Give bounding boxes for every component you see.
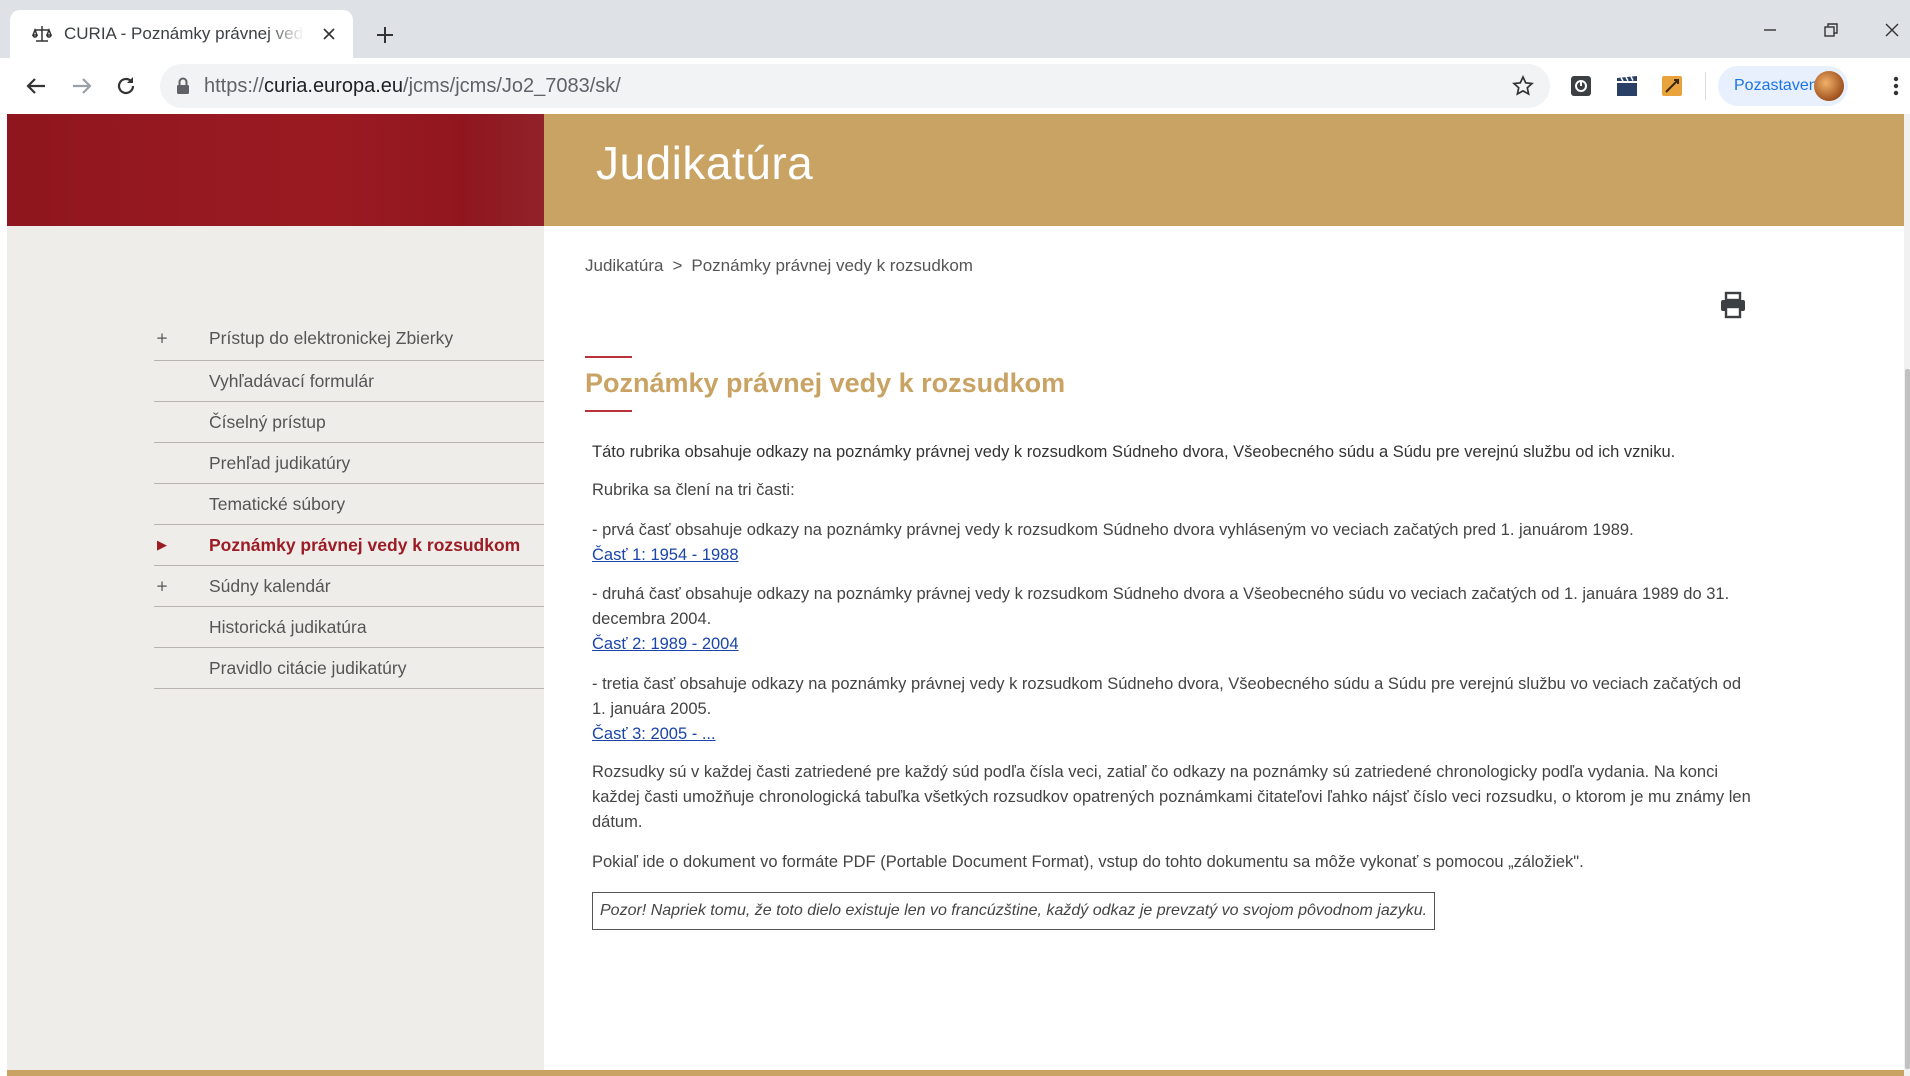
page-title: Poznámky právnej vedy k rozsudkom bbox=[585, 368, 1066, 398]
sidebar-item-thematic-files[interactable]: Tematické súbory bbox=[154, 484, 544, 525]
breadcrumb-root-link[interactable]: Judikatúra bbox=[585, 256, 663, 275]
tab-title: CURIA - Poznámky právnej vedy k rozsudko… bbox=[64, 24, 304, 43]
breadcrumb-separator: > bbox=[672, 256, 683, 275]
banner-title: Judikatúra bbox=[596, 137, 814, 189]
menu-kebab-icon[interactable] bbox=[1886, 72, 1906, 100]
sidebar-item-label: Poznámky právnej vedy k rozsudkom bbox=[209, 534, 521, 555]
reload-icon[interactable] bbox=[112, 72, 140, 100]
restore-icon[interactable] bbox=[1818, 17, 1844, 43]
sidebar-nav: + Prístup do elektronickej Zbierky Vyhľa… bbox=[154, 316, 544, 689]
footer-strip bbox=[7, 1070, 1904, 1076]
lock-icon bbox=[176, 76, 192, 96]
heading-rule-bottom bbox=[585, 410, 632, 412]
toolbar-separator bbox=[1705, 72, 1706, 100]
sidebar-item-case-law-digest[interactable]: Prehľad judikatúry bbox=[154, 443, 544, 484]
banner: Judikatúra bbox=[544, 114, 1904, 226]
parts-intro-paragraph: Rubrika sa člení na tri časti: bbox=[592, 481, 795, 499]
intro-paragraph: Táto rubrika obsahuje odkazy na poznámky… bbox=[592, 443, 1676, 461]
sidebar-item-legal-notes[interactable]: ▶ Poznámky právnej vedy k rozsudkom bbox=[154, 525, 544, 566]
sidebar-item-electronic-reports[interactable]: + Prístup do elektronickej Zbierky bbox=[154, 316, 544, 361]
sidebar-item-label: Číselný prístup bbox=[209, 411, 326, 432]
address-bar[interactable]: https://curia.europa.eu/jcms/jcms/Jo2_70… bbox=[160, 64, 1550, 108]
scrollbar-thumb[interactable] bbox=[1905, 369, 1910, 1069]
breadcrumb-current: Poznámky právnej vedy k rozsudkom bbox=[691, 256, 973, 275]
scales-icon bbox=[32, 24, 52, 44]
back-arrow-icon[interactable] bbox=[22, 72, 50, 100]
sidebar-item-label: Prístup do elektronickej Zbierky bbox=[209, 327, 454, 348]
profile-label: Pozastavená bbox=[1734, 77, 1827, 94]
part2-text: - druhá časť obsahuje odkazy na poznámky… bbox=[592, 585, 1730, 628]
part2-paragraph: - druhá časť obsahuje odkazy na poznámky… bbox=[592, 582, 1757, 657]
part3-paragraph: - tretia časť obsahuje odkazy na poznámk… bbox=[592, 672, 1757, 747]
pencil-ruler-icon[interactable] bbox=[1658, 72, 1686, 100]
print-icon[interactable] bbox=[1718, 290, 1748, 320]
warning-note: Pozor! Napriek tomu, že toto dielo exist… bbox=[592, 892, 1436, 930]
sidebar-item-label: Prehľad judikatúry bbox=[209, 452, 351, 473]
part1-paragraph: - prvá časť obsahuje odkazy na poznámky … bbox=[592, 518, 1757, 568]
sidebar-item-label: Pravidlo citácie judikatúry bbox=[209, 657, 407, 678]
pdf-paragraph: Pokiaľ ide o dokument vo formáte PDF (Po… bbox=[592, 853, 1584, 871]
profile-button[interactable]: Pozastavená bbox=[1718, 66, 1848, 106]
sidebar-item-historical-case-law[interactable]: Historická judikatúra bbox=[154, 607, 544, 648]
close-tab-icon[interactable] bbox=[318, 23, 340, 45]
expand-plus-icon: + bbox=[155, 577, 169, 595]
sidebar-item-label: Tematické súbory bbox=[209, 493, 346, 514]
forward-arrow-icon[interactable] bbox=[68, 72, 96, 100]
new-tab-icon[interactable] bbox=[372, 22, 398, 48]
sidebar-item-citation-rules[interactable]: Pravidlo citácie judikatúry bbox=[154, 648, 544, 689]
active-arrow-icon: ▶ bbox=[157, 537, 167, 553]
web-page: Judikatúra + Prístup do elektronickej Zb… bbox=[0, 114, 1910, 1076]
minimize-icon[interactable] bbox=[1757, 17, 1783, 43]
part3-link[interactable]: Časť 3: 2005 - ... bbox=[592, 725, 716, 743]
bookmark-star-icon[interactable] bbox=[1510, 73, 1536, 99]
sorting-paragraph: Rozsudky sú v každej časti zatriedené pr… bbox=[592, 763, 1751, 831]
part3-text: - tretia časť obsahuje odkazy na poznámk… bbox=[592, 675, 1742, 718]
sidebar-item-judicial-calendar[interactable]: + Súdny kalendár bbox=[154, 566, 544, 607]
part1-text: - prvá časť obsahuje odkazy na poznámky … bbox=[592, 521, 1634, 539]
banner-red-panel bbox=[7, 114, 544, 226]
sidebar-item-label: Historická judikatúra bbox=[209, 616, 367, 637]
close-window-icon[interactable] bbox=[1879, 17, 1905, 43]
part2-link[interactable]: Časť 2: 1989 - 2004 bbox=[592, 635, 739, 653]
breadcrumb: Judikatúra > Poznámky právnej vedy k rozsu… bbox=[585, 256, 973, 276]
url-text: https://curia.europa.eu/jcms/jcms/Jo2_70… bbox=[204, 74, 621, 97]
expand-plus-icon: + bbox=[155, 329, 169, 347]
sidebar-item-label: Vyhľadávací formulár bbox=[209, 370, 374, 391]
browser-tab[interactable]: CURIA - Poznámky právnej vedy k rozsudko… bbox=[10, 10, 353, 58]
part1-link[interactable]: Časť 1: 1954 - 1988 bbox=[592, 546, 739, 564]
heading-rule-top bbox=[585, 356, 632, 358]
sidebar-item-label: Súdny kalendár bbox=[209, 575, 331, 596]
sidebar-item-numerical-access[interactable]: Číselný prístup bbox=[154, 402, 544, 443]
browser-tab-bar: CURIA - Poznámky právnej vedy k rozsudko… bbox=[0, 0, 1910, 58]
extension-icon[interactable] bbox=[1567, 72, 1595, 100]
sidebar-item-search-form[interactable]: Vyhľadávací formulár bbox=[154, 361, 544, 402]
clapperboard-icon[interactable] bbox=[1613, 72, 1641, 100]
browser-toolbar: https://curia.europa.eu/jcms/jcms/Jo2_70… bbox=[0, 58, 1910, 114]
avatar bbox=[1814, 71, 1844, 101]
